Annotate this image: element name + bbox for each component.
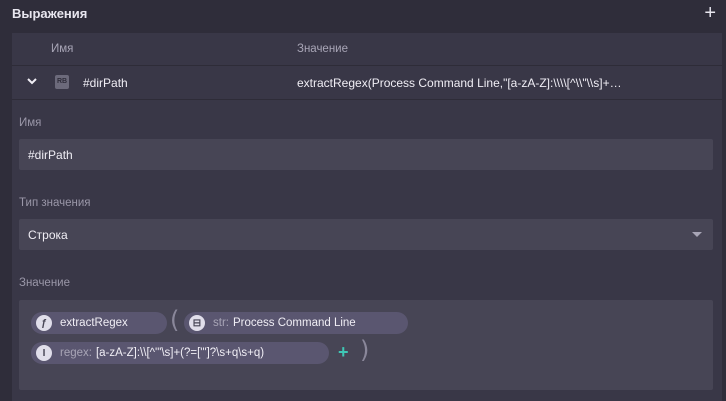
row-value: extractRegex(Process Command Line,"[a-zA… — [297, 76, 622, 90]
minus-box-icon: ⊟ — [189, 315, 205, 331]
name-label: Имя — [19, 117, 42, 129]
table-header: Имя Значение — [12, 33, 722, 66]
str-argument-label: str: Process Command Line — [213, 317, 356, 329]
regex-argument-pill[interactable]: I regex: [a-zA-Z]:\\[^'"\s]+(?=['"]?\s+q\… — [31, 342, 329, 364]
regex-value: [a-zA-Z]:\\[^'"\s]+(?=['"]?\s+q\s+q) — [95, 347, 265, 359]
regex-key: regex: — [60, 347, 92, 359]
str-argument-pill[interactable]: ⊟ str: Process Command Line — [184, 312, 408, 334]
function-pill[interactable]: ƒ extractRegex — [31, 312, 167, 334]
type-select-value: Строка — [28, 228, 68, 242]
regex-argument-label: regex: [a-zA-Z]:\\[^'"\s]+(?=['"]?\s+q\s+… — [60, 347, 264, 359]
type-label: Тип значения — [19, 197, 91, 209]
name-field-value: #dirPath — [28, 148, 73, 162]
function-icon: ƒ — [36, 315, 52, 331]
str-key: str: — [213, 317, 229, 329]
add-argument-icon[interactable]: + — [338, 342, 349, 363]
expressions-header: Выражения + — [0, 0, 726, 30]
column-name-header: Имя — [51, 43, 74, 55]
expressions-title: Выражения — [12, 6, 88, 21]
close-paren: ) — [360, 336, 370, 364]
chevron-down-icon[interactable] — [26, 75, 38, 87]
text-cursor-icon: I — [36, 345, 52, 361]
name-field[interactable]: #dirPath — [19, 139, 713, 170]
function-name: extractRegex — [60, 317, 128, 329]
value-label: Значение — [19, 277, 70, 289]
plus-icon[interactable]: + — [704, 2, 716, 24]
column-value-header: Значение — [297, 43, 348, 55]
table-row[interactable]: RB #dirPath extractRegex(Process Command… — [12, 66, 722, 100]
expression-editor: ƒ extractRegex ( ⊟ str: Process Command L… — [19, 300, 713, 390]
row-name: #dirPath — [83, 76, 128, 90]
dropdown-caret-icon — [692, 232, 702, 237]
type-badge: RB — [55, 75, 69, 89]
str-value: Process Command Line — [232, 317, 356, 329]
type-select[interactable]: Строка — [19, 219, 713, 250]
open-paren: ( — [170, 306, 180, 334]
